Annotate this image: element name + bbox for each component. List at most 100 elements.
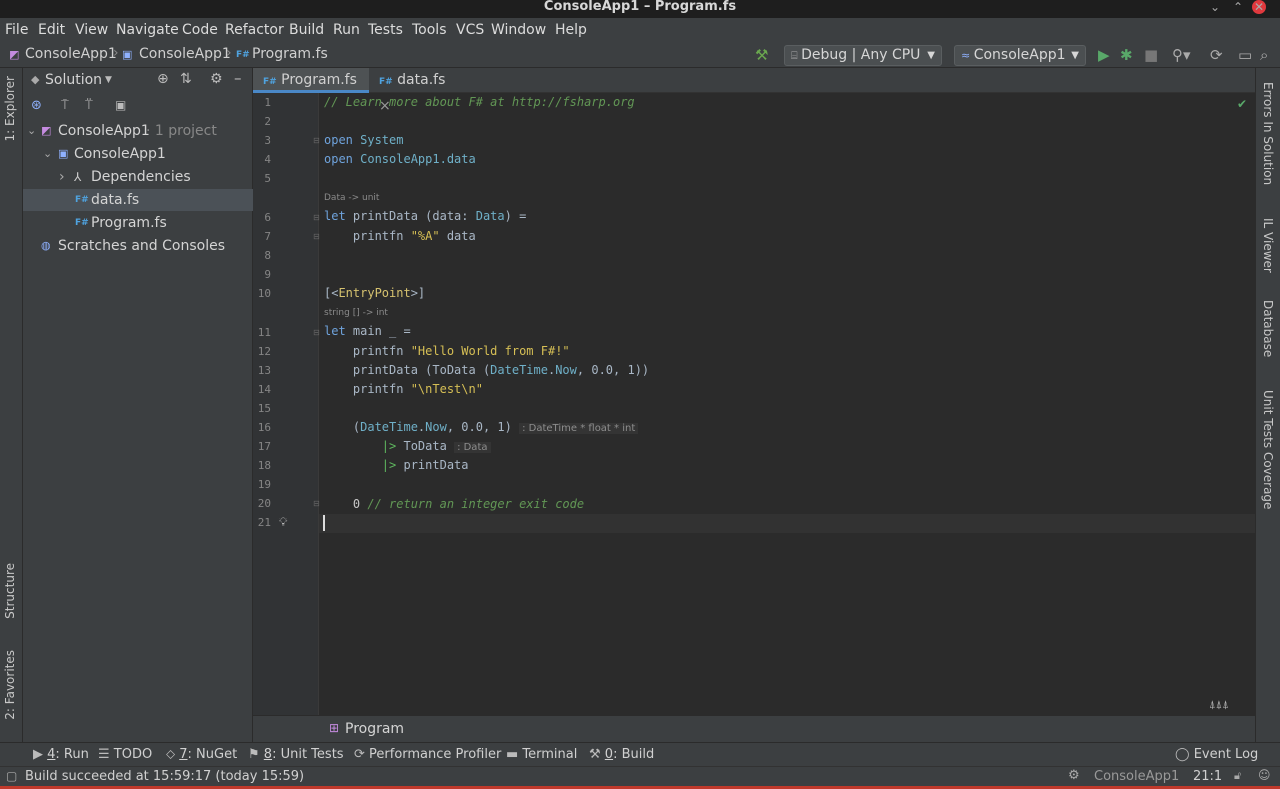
status-message[interactable]: Build succeeded at 15:59:17 (today 15:59…	[25, 769, 304, 784]
menu-edit[interactable]: Edit	[38, 22, 65, 38]
tool-todo[interactable]: ☰ TODO	[98, 747, 152, 762]
hide-panel-icon[interactable]: –	[234, 69, 242, 87]
tree-project[interactable]: ⌄ ▣ ConsoleApp1	[23, 143, 253, 165]
code-text: data	[439, 229, 476, 243]
tool-unit-tests[interactable]: ⚑ 8: Unit Tests	[248, 747, 344, 762]
tree-file-program[interactable]: F# Program.fs	[23, 212, 253, 234]
chevron-down-icon[interactable]: ▼	[105, 75, 112, 85]
tree-dependencies[interactable]: › ⅄ Dependencies	[23, 166, 253, 188]
tree-label: Dependencies	[91, 169, 191, 185]
tab-explorer[interactable]: 1: Explorer	[3, 76, 17, 141]
close-button[interactable]: ✕	[1252, 0, 1266, 14]
tool-performance-profiler[interactable]: ⟳ Performance Profiler	[354, 747, 501, 762]
menu-window[interactable]: Window	[491, 22, 546, 38]
lock-icon[interactable]: 🔓︎	[1234, 769, 1241, 783]
tool-event-log[interactable]: ◯ Event Log	[1175, 747, 1258, 762]
tab-unit-tests-coverage[interactable]: Unit Tests Coverage	[1261, 390, 1275, 509]
tool-label: Terminal	[522, 747, 578, 762]
no-errors-check-icon[interactable]: ✔	[1237, 97, 1247, 111]
pin-up-icon[interactable]: ⍑	[61, 98, 69, 113]
locate-icon[interactable]: ⊕	[157, 71, 169, 87]
inspector-icon[interactable]: ☺	[1258, 768, 1271, 782]
menu-vcs[interactable]: VCS	[456, 22, 484, 38]
comment: // return an integer exit code	[367, 497, 585, 511]
code-line-12: printfn "Hello World from F#!"	[324, 344, 570, 358]
chevron-down-icon[interactable]: ⌄	[43, 143, 52, 165]
tree-file-data[interactable]: F# data.fs	[23, 189, 253, 211]
solution-view-select[interactable]: Solution	[45, 72, 102, 88]
tree-scratches[interactable]: ◍ Scratches and Consoles	[23, 235, 253, 257]
attach-icon[interactable]: ⚲▾	[1172, 46, 1191, 64]
line-number: 10	[257, 287, 271, 300]
profiler-icon[interactable]: ⟳	[1210, 46, 1223, 64]
preview-icon[interactable]: ▣	[115, 98, 126, 112]
line-number: 3	[264, 134, 271, 147]
line-number: 12	[257, 345, 271, 358]
keyword: open	[324, 133, 353, 147]
breadcrumb-project[interactable]: ConsoleApp1	[139, 46, 231, 62]
caret-position[interactable]: 21:1	[1193, 769, 1222, 784]
inline-type-hint: : DateTime * float * int	[519, 423, 639, 434]
code-text: [<	[324, 286, 339, 300]
build-hammer-icon[interactable]: ⚒	[755, 46, 768, 64]
tool-run[interactable]: ▶ 4: Run	[33, 747, 89, 762]
menu-refactor[interactable]: Refactor	[225, 22, 284, 38]
add-icon[interactable]: ⊛	[31, 98, 42, 113]
stop-icon[interactable]: ■	[1144, 46, 1158, 64]
chevron-right-icon: ›	[226, 45, 232, 61]
tab-program-fs[interactable]: F# Program.fs ×	[253, 68, 369, 114]
status-bar: ▢ Build succeeded at 15:59:17 (today 15:…	[0, 766, 1280, 786]
tree-label: ConsoleApp1	[74, 146, 166, 162]
menu-tests[interactable]: Tests	[368, 22, 403, 38]
line-number: 15	[257, 402, 271, 415]
breadcrumb-module[interactable]: Program	[345, 721, 404, 737]
run-icon[interactable]: ▶	[1098, 46, 1110, 64]
unit-tests-icon: ⚑	[248, 747, 264, 762]
code-line-20: 0 // return an integer exit code	[324, 497, 584, 511]
menu-view[interactable]: View	[75, 22, 108, 38]
tree-solution[interactable]: ⌄ ◩ ConsoleApp1 · 1 project	[23, 120, 253, 142]
tool-nuget[interactable]: ⬦ 7: NuGet	[166, 747, 237, 762]
menu-build[interactable]: Build	[289, 22, 324, 38]
code-editor[interactable]: // Learn more about F# at http://fsharp.…	[319, 93, 1255, 715]
menu-file[interactable]: File	[5, 22, 28, 38]
tab-il-viewer[interactable]: IL Viewer	[1261, 218, 1275, 273]
debug-icon[interactable]: ✱	[1120, 46, 1133, 64]
line-number: 13	[257, 364, 271, 377]
tab-errors-in-solution[interactable]: Errors In Solution	[1261, 82, 1275, 185]
menu-code[interactable]: Code	[182, 22, 218, 38]
breadcrumb-solution[interactable]: ConsoleApp1	[25, 46, 117, 62]
reader-mode-icon[interactable]: ⍋⍋⍋	[1209, 698, 1229, 712]
string-literal: "%A"	[410, 229, 440, 243]
tool-build[interactable]: ⚒ 0: Build	[589, 747, 654, 762]
status-project[interactable]: ConsoleApp1	[1094, 769, 1179, 784]
tab-structure[interactable]: Structure	[3, 563, 17, 619]
tool-terminal[interactable]: ▬ Terminal	[506, 747, 577, 762]
lightbulb-icon[interactable]: 💡︎	[279, 515, 287, 530]
tab-data-fs[interactable]: F# data.fs ×	[369, 68, 457, 114]
inline-type-hint: : Data	[454, 442, 491, 453]
status-square-icon[interactable]: ▢	[6, 769, 17, 783]
chevron-down-icon[interactable]: ⌄	[27, 120, 36, 142]
menu-navigate[interactable]: Navigate	[116, 22, 179, 38]
build-config-select[interactable]: ⌸ Debug | Any CPU ▼	[784, 45, 942, 66]
line-number: 2	[264, 115, 271, 128]
gear-icon[interactable]: ⚙	[210, 71, 223, 87]
code-line-11: let main _ =	[324, 324, 411, 338]
collapse-all-icon[interactable]: ⇅	[180, 71, 192, 87]
shortcut-key: 7	[179, 747, 188, 762]
pin-down-icon[interactable]: ⍡	[85, 98, 93, 113]
breadcrumb-file[interactable]: Program.fs	[252, 46, 328, 62]
menu-tools[interactable]: Tools	[412, 22, 447, 38]
chevron-right-icon[interactable]: ›	[59, 166, 65, 188]
tab-database[interactable]: Database	[1261, 300, 1275, 357]
minimize-button[interactable]: ⌄	[1210, 0, 1220, 14]
menu-help[interactable]: Help	[555, 22, 587, 38]
code-line-18: |> printData	[324, 458, 469, 472]
menu-run[interactable]: Run	[333, 22, 360, 38]
maximize-button[interactable]: ⌃	[1233, 0, 1243, 14]
run-project-select[interactable]: ≈ ConsoleApp1 ▼	[954, 45, 1086, 66]
search-icon[interactable]: ⌕	[1260, 46, 1268, 64]
layout-icon[interactable]: ▭	[1238, 46, 1252, 64]
tab-favorites[interactable]: 2: Favorites	[3, 650, 17, 720]
